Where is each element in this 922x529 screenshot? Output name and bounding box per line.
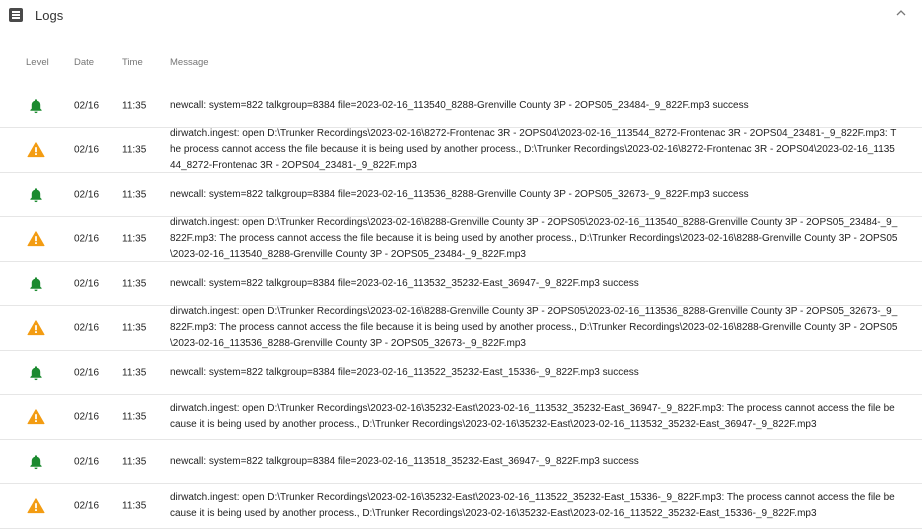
log-time: 11:35 xyxy=(122,278,147,289)
log-date: 02/16 xyxy=(74,456,100,467)
table-row[interactable]: 02/16 11:35 newcall: system=822 talkgroup=… xyxy=(0,173,922,217)
log-message: dirwatch.ingest: open D:\Trunker Recordi… xyxy=(170,492,895,519)
log-message: dirwatch.ingest: open D:\Trunker Recordi… xyxy=(170,306,898,349)
log-message: dirwatch.ingest: open D:\Trunker Recordi… xyxy=(170,217,898,260)
table-row[interactable]: 02/16 11:35 newcall: system=822 talkgroup=… xyxy=(0,84,922,128)
bell-icon xyxy=(27,453,45,471)
log-date: 02/16 xyxy=(74,144,100,156)
warning-icon xyxy=(27,408,45,426)
table-row[interactable]: 02/16 11:35 newcall: system=822 talkgroup=… xyxy=(0,440,922,484)
warning-icon xyxy=(27,230,45,248)
log-message: newcall: system=822 talkgroup=8384 file=… xyxy=(170,188,749,200)
log-message: newcall: system=822 talkgroup=8384 file=… xyxy=(170,455,639,467)
log-message: dirwatch.ingest: open D:\Trunker Recordi… xyxy=(170,128,897,171)
warning-icon xyxy=(27,319,45,337)
table-row[interactable]: 02/16 11:35 dirwatch.ingest: open D:\Trunk… xyxy=(0,217,922,262)
log-time: 11:35 xyxy=(122,100,147,111)
bell-icon xyxy=(27,364,45,382)
bell-icon xyxy=(27,186,45,204)
bell-icon xyxy=(27,97,45,115)
log-time: 11:35 xyxy=(122,500,147,512)
log-message: dirwatch.ingest: open D:\Trunker Recordi… xyxy=(170,403,895,430)
chevron-up-icon[interactable] xyxy=(894,6,908,20)
log-date: 02/16 xyxy=(74,278,100,289)
log-table-body: 02/16 11:35 newcall: system=822 talkgroup=… xyxy=(0,84,922,529)
log-time: 11:35 xyxy=(122,144,147,156)
log-date: 02/16 xyxy=(74,367,100,378)
table-row[interactable]: 02/16 11:35 newcall: system=822 talkgroup=… xyxy=(0,262,922,306)
log-date: 02/16 xyxy=(74,189,100,200)
table-row[interactable]: 02/16 11:35 dirwatch.ingest: open D:\Trunk… xyxy=(0,395,922,440)
column-header-message[interactable]: Message xyxy=(170,57,209,68)
column-header-time[interactable]: Time xyxy=(122,57,143,68)
warning-icon xyxy=(27,141,45,159)
log-date: 02/16 xyxy=(74,100,100,111)
logs-panel: Logs Level Date Time Message 02/16 11:35 n… xyxy=(0,0,922,529)
column-header-date[interactable]: Date xyxy=(74,57,94,68)
page-title: Logs xyxy=(35,8,64,23)
log-date: 02/16 xyxy=(74,233,100,245)
logs-icon xyxy=(9,8,23,22)
log-time: 11:35 xyxy=(122,367,147,378)
log-time: 11:35 xyxy=(122,456,147,467)
log-time: 11:35 xyxy=(122,322,147,334)
table-row[interactable]: 02/16 11:35 dirwatch.ingest: open D:\Trunk… xyxy=(0,306,922,351)
bell-icon xyxy=(27,275,45,293)
log-time: 11:35 xyxy=(122,233,147,245)
log-time: 11:35 xyxy=(122,189,147,200)
table-header: Level Date Time Message xyxy=(0,52,922,74)
log-message: newcall: system=822 talkgroup=8384 file=… xyxy=(170,99,749,111)
table-row[interactable]: 02/16 11:35 dirwatch.ingest: open D:\Trunk… xyxy=(0,484,922,529)
warning-icon xyxy=(27,497,45,515)
column-header-level[interactable]: Level xyxy=(26,57,49,68)
log-date: 02/16 xyxy=(74,322,100,334)
panel-header: Logs xyxy=(0,0,922,32)
table-row[interactable]: 02/16 11:35 dirwatch.ingest: open D:\Trunk… xyxy=(0,128,922,173)
log-time: 11:35 xyxy=(122,411,147,423)
log-date: 02/16 xyxy=(74,411,100,423)
table-row[interactable]: 02/16 11:35 newcall: system=822 talkgroup=… xyxy=(0,351,922,395)
log-message: newcall: system=822 talkgroup=8384 file=… xyxy=(170,277,639,289)
log-message: newcall: system=822 talkgroup=8384 file=… xyxy=(170,366,639,378)
log-date: 02/16 xyxy=(74,500,100,512)
